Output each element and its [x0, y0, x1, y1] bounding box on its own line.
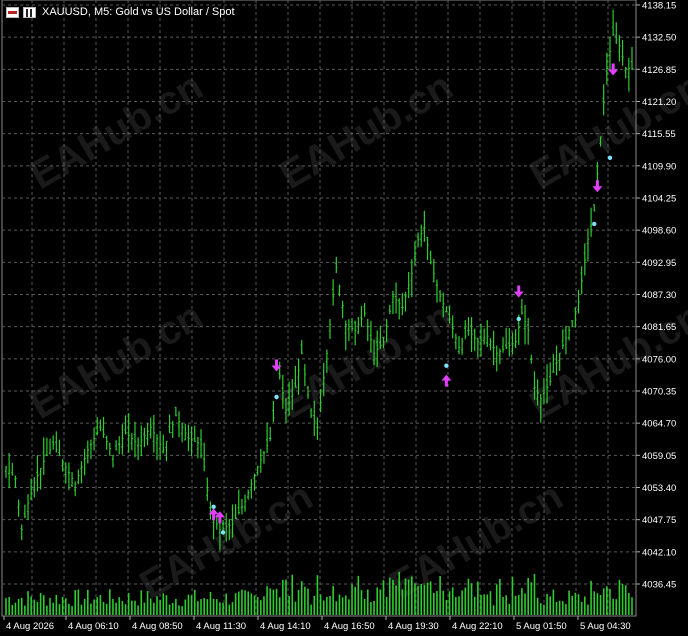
price-tick-label: 4098.60 [642, 226, 676, 237]
time-tick-label: 4 Aug 16:50 [324, 621, 375, 632]
price-tick-label: 4059.05 [642, 451, 676, 462]
price-tick-label: 4053.40 [642, 483, 676, 494]
price-tick-label: 4138.15 [642, 1, 676, 12]
watermark-text: EAHub.cn [23, 64, 211, 198]
time-tick-label: 4 Aug 08:50 [132, 621, 183, 632]
price-tick-label: 4087.30 [642, 290, 676, 301]
price-tick-label: 4121.20 [642, 97, 676, 108]
sell-arrow-icon[interactable] [513, 285, 524, 298]
symbol-title: XAUUSD, M5: Gold vs US Dollar / Spot [42, 6, 235, 18]
time-tick-label: 4 Aug 19:30 [388, 621, 439, 632]
signal-dot [220, 530, 226, 535]
chart-header: XAUUSD, M5: Gold vs US Dollar / Spot [6, 4, 235, 20]
price-tick-label: 4109.90 [642, 161, 676, 172]
watermark-text: EAHub.cn [383, 474, 571, 608]
time-tick-label: 4 Aug 14:10 [260, 621, 311, 632]
time-tick-label: 5 Aug 04:30 [580, 621, 631, 632]
price-tick-label: 4076.00 [642, 354, 676, 365]
price-tick-label: 4042.10 [642, 547, 676, 558]
price-tick-label: 4115.55 [642, 129, 676, 140]
buy-arrow-icon[interactable] [441, 374, 452, 387]
time-tick-label: 4 Aug 2026 [6, 621, 54, 632]
time-tick-label: 4 Aug 06:10 [68, 621, 119, 632]
signal-dot [592, 221, 597, 227]
price-tick-label: 4132.50 [642, 33, 676, 44]
price-chart[interactable]: EAHub.cn EAHub.cn EAHub.cn EAHub.cn EAHub.cn… [0, 0, 688, 636]
watermark-text: EAHub.cn [273, 294, 461, 428]
signal-dot [444, 363, 449, 368]
time-tick-label: 4 Aug 22:10 [452, 621, 503, 632]
signal-dot [274, 394, 279, 400]
symbol-flag-icon [6, 6, 19, 18]
price-tick-label: 4126.85 [642, 65, 676, 76]
price-tick-label: 4070.35 [642, 387, 676, 398]
market-icon [23, 6, 36, 18]
price-tick-label: 4036.45 [642, 580, 676, 591]
price-tick-label: 4104.25 [642, 194, 676, 205]
price-tick-label: 4092.95 [642, 258, 676, 269]
watermark-text: EAHub.cn [273, 64, 461, 198]
time-tick-label: 5 Aug 01:50 [516, 621, 567, 632]
price-tick-label: 4047.75 [642, 515, 676, 526]
signal-dot [607, 155, 613, 161]
chart-window[interactable]: XAUUSD, M5: Gold vs US Dollar / Spot EAH… [0, 0, 688, 636]
time-tick-label: 4 Aug 11:30 [196, 621, 246, 632]
price-tick-label: 4081.65 [642, 322, 676, 333]
price-tick-label: 4064.70 [642, 419, 676, 430]
sell-arrow-icon[interactable] [592, 180, 603, 193]
watermark-text: EAHub.cn [23, 294, 211, 428]
signal-dot [516, 316, 521, 322]
